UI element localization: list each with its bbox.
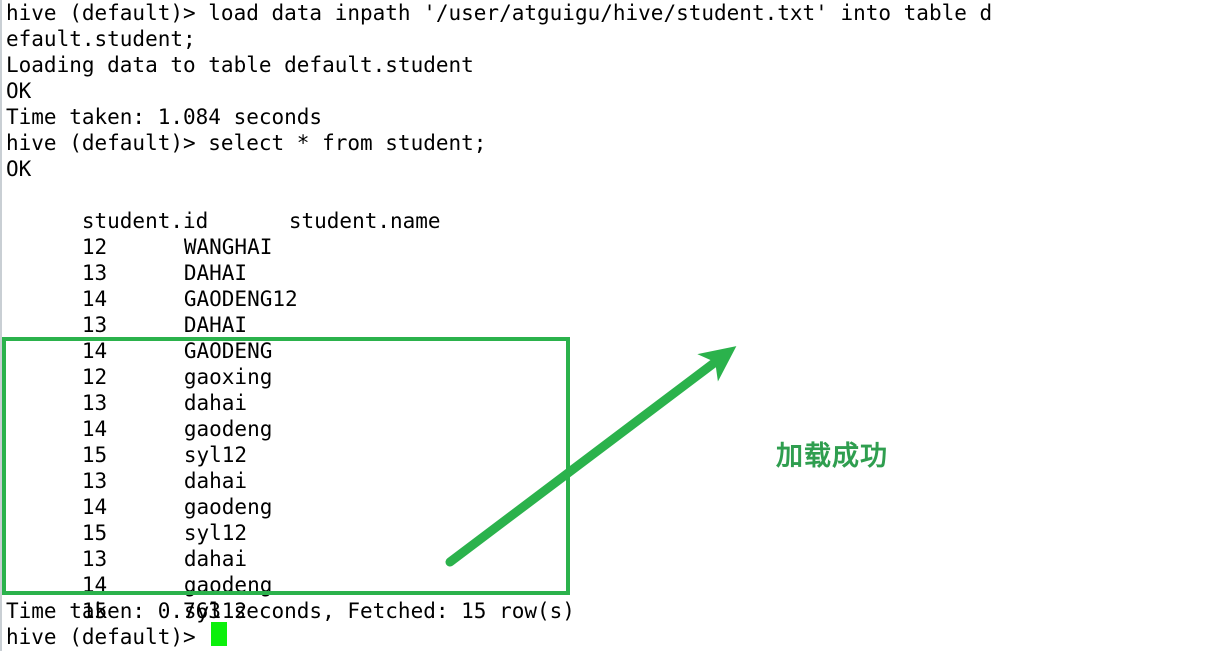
terminal-line-loading-msg: Loading data to table default.student	[6, 53, 474, 77]
table-row: 14 GAODENG12	[6, 260, 298, 311]
table-row: 14 gaodeng	[6, 546, 273, 597]
terminal-line-time-taken-1: Time taken: 1.084 seconds	[6, 105, 323, 129]
column-header-student-name: student.name	[288, 209, 441, 233]
table-row: 14 GAODENG	[6, 312, 273, 363]
table-row: 13 dahai	[6, 520, 247, 571]
table-row: 13 dahai	[6, 364, 247, 415]
table-row: 13 DAHAI	[6, 234, 247, 285]
table-row: 15 syl12	[6, 572, 247, 623]
terminal-output-area[interactable]: hive (default)> load data inpath '/user/…	[0, 0, 1230, 651]
table-row: 14 gaodeng	[6, 390, 273, 441]
terminal-line-ok-1: OK	[6, 79, 32, 103]
terminal-line-command-load-1: hive (default)> load data inpath '/user/…	[6, 1, 993, 25]
table-row: 15 syl12	[6, 416, 247, 467]
terminal-screenshot: hive (default)> load data inpath '/user/…	[0, 0, 1230, 651]
table-row: 12 WANGHAI	[6, 208, 273, 259]
table-row: 15 syl12	[6, 494, 247, 545]
table-row: 13 DAHAI	[6, 286, 247, 337]
annotation-label: 加载成功	[776, 441, 888, 472]
terminal-line-command-load-2: efault.student;	[6, 27, 196, 51]
table-row: 13 dahai	[6, 442, 247, 493]
table-row: 12 gaoxing	[6, 338, 273, 389]
result-table-header: student.id student.name	[6, 182, 441, 233]
table-row: 14 gaodeng	[6, 468, 273, 519]
terminal-prompt-final: hive (default)>	[6, 625, 196, 649]
terminal-line-time-taken-2: Time taken: 0.763 seconds, Fetched: 15 r…	[6, 599, 575, 623]
terminal-line-ok-2: OK	[6, 157, 32, 181]
terminal-line-command-select: hive (default)> select * from student;	[6, 131, 487, 155]
terminal-cursor	[211, 622, 227, 646]
